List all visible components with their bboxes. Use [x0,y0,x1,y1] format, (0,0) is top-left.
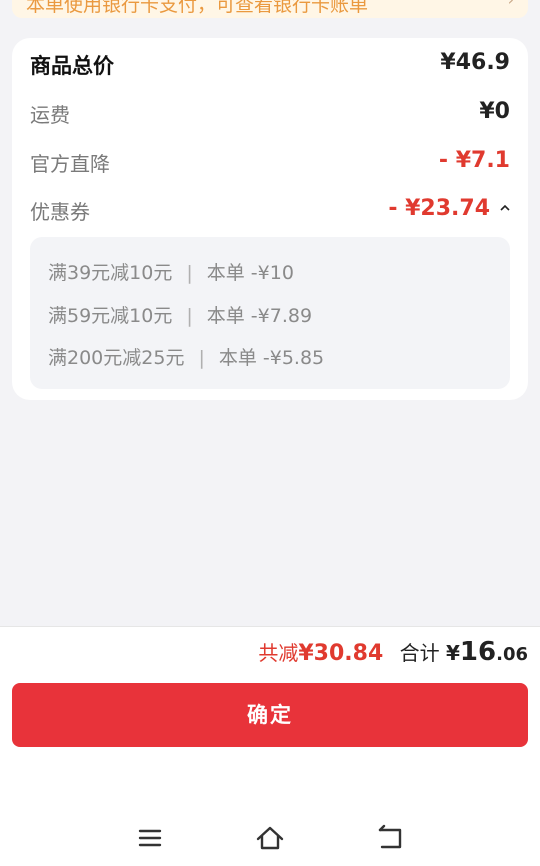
shipping-value: ¥0 [479,99,510,124]
grand-total-decimal: .06 [496,644,528,665]
grand-total-integer: 16 [459,637,497,667]
coupon-amount: 本单 -¥5.85 [218,347,325,369]
chevron-right-icon: › [508,0,514,9]
shipping-row: 运费 ¥0 [30,99,510,129]
coupon-line: 满39元减10元 | 本单 -¥10 [48,258,294,285]
order-summary: 共减¥30.84 合计 ¥16.06 [258,637,528,667]
coupon-line: 满200元减25元 | 本单 -¥5.85 [48,343,324,370]
goods-total-label: 商品总价 [30,54,114,78]
official-discount-row: 官方直降 - ¥7.1 [30,148,510,178]
coupon-rule: 满39元减10元 [48,262,173,284]
chevron-up-icon[interactable] [500,203,510,213]
coupon-line: 满59元减10元 | 本单 -¥7.89 [48,301,312,328]
shipping-label: 运费 [30,103,70,127]
coupon-detail-box: 满39元减10元 | 本单 -¥10 满59元减10元 | 本单 -¥7.89 满200… [30,237,510,389]
coupon-value: - ¥23.74 [388,196,490,221]
coupon-separator: | [198,347,205,369]
currency-symbol: ¥ [446,641,460,665]
coupon-rule: 满59元减10元 [48,305,173,327]
goods-total-row: 商品总价 ¥46.9 [30,50,510,80]
total-reduce-label: 共减 [258,641,299,665]
coupon-separator: | [186,305,193,327]
coupon-amount: 本单 -¥10 [206,262,294,284]
coupon-label: 优惠券 [30,200,90,224]
bank-card-banner[interactable]: 本单使用银行卡支付，可查看银行卡账单 › [12,0,528,18]
back-icon[interactable] [370,818,410,858]
confirm-button[interactable]: 确定 [12,683,528,747]
system-nav-bar [0,808,540,865]
coupon-amount: 本单 -¥7.89 [206,305,313,327]
price-detail-card: 商品总价 ¥46.9 运费 ¥0 官方直降 - ¥7.1 优惠券 - ¥23.7… [12,38,528,400]
grand-total-label: 合计 [399,641,440,665]
coupon-rule: 满200元减25元 [48,347,185,369]
official-discount-label: 官方直降 [30,152,110,176]
goods-total-value: ¥46.9 [440,50,510,75]
menu-icon[interactable] [130,818,170,858]
home-icon[interactable] [250,818,290,858]
official-discount-value: - ¥7.1 [438,148,510,173]
total-reduce-value: ¥30.84 [298,641,384,666]
coupon-separator: | [186,262,193,284]
coupon-row[interactable]: 优惠券 - ¥23.74 [30,196,510,226]
banner-text: 本单使用银行卡支付，可查看银行卡账单 [26,0,369,16]
